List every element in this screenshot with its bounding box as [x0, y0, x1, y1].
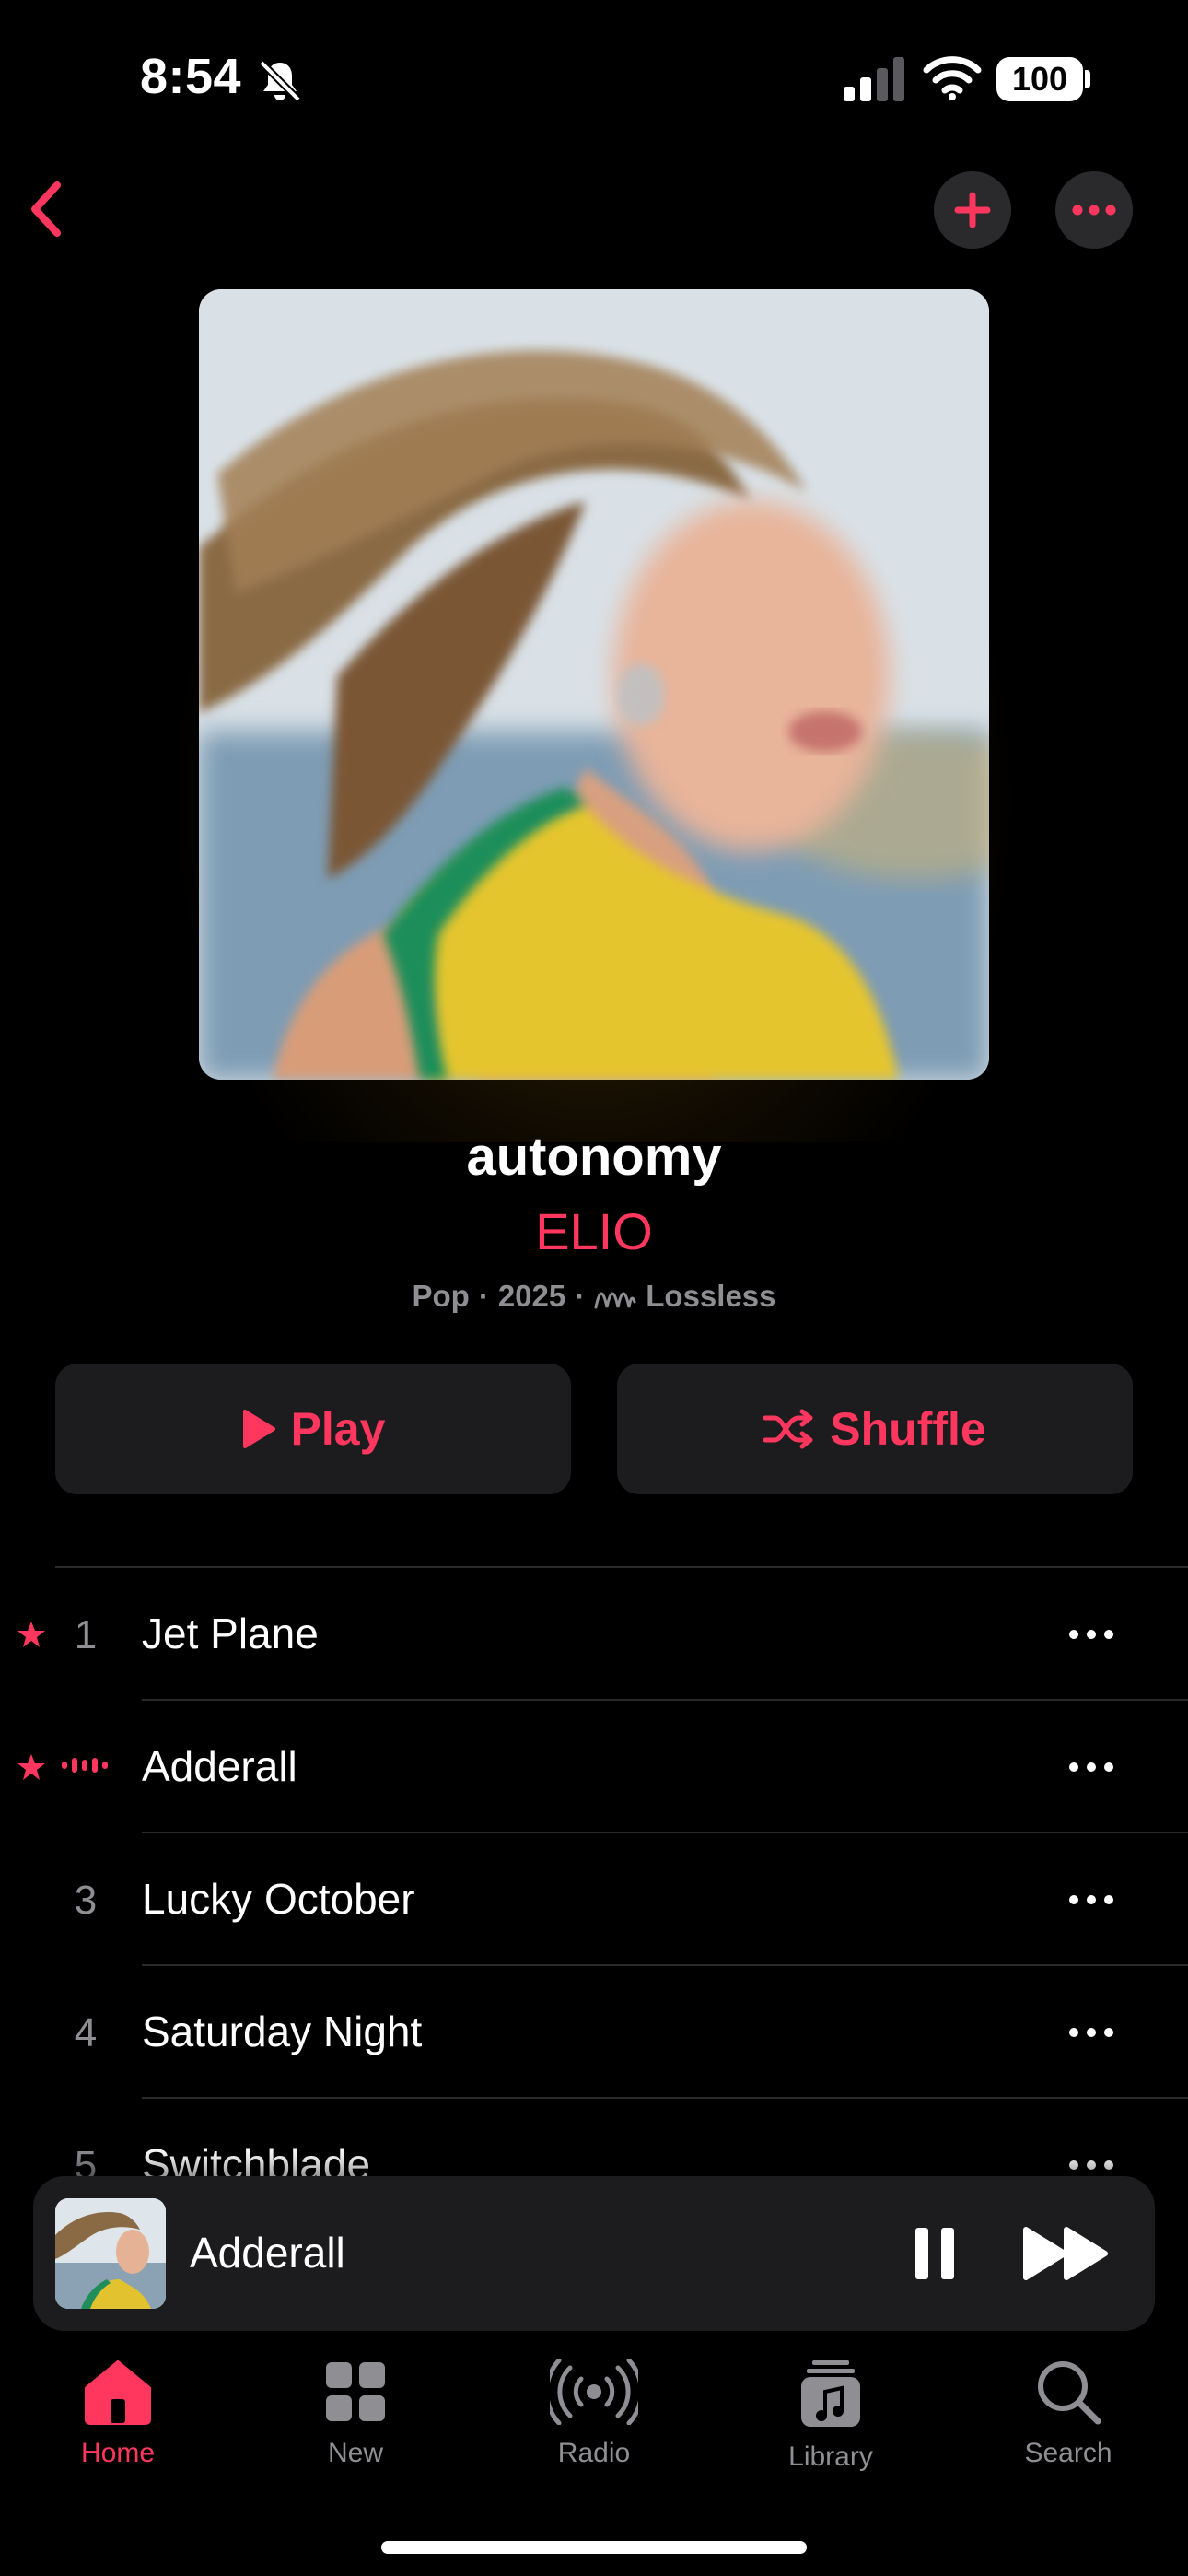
- album-genre: Pop: [412, 1279, 470, 1313]
- track-title: Adderall: [142, 1742, 297, 1790]
- now-playing-icon: [62, 1758, 108, 1773]
- meta-separator: ·: [478, 1279, 489, 1313]
- home-indicator: [381, 2541, 807, 2554]
- chevron-left-icon: [31, 181, 61, 237]
- track-row[interactable]: Adderall: [0, 1701, 1188, 1833]
- tab-label: New: [327, 2438, 383, 2468]
- album-meta: Pop · 2025 · Lossless: [0, 1279, 1188, 1314]
- tab-new[interactable]: New: [273, 2359, 438, 2469]
- favorite-star-icon: [17, 1622, 45, 1647]
- tab-radio[interactable]: Radio: [511, 2359, 677, 2469]
- ellipsis-icon: [1072, 205, 1116, 216]
- status-time: 8:54: [140, 49, 242, 104]
- track-title: Saturday Night: [142, 2008, 423, 2055]
- shuffle-icon: [763, 1409, 813, 1449]
- track-title: Lucky October: [142, 1875, 415, 1923]
- track-row[interactable]: 4 Saturday Night: [0, 1966, 1188, 2099]
- bell-slash-icon: [259, 60, 301, 102]
- skip-forward-button[interactable]: [1020, 2220, 1112, 2287]
- album-year: 2025: [497, 1279, 566, 1313]
- track-row[interactable]: 3 Lucky October: [0, 1833, 1188, 1966]
- lossless-icon: [594, 1292, 636, 1309]
- home-icon: [85, 2360, 151, 2425]
- battery-cap: [1085, 70, 1090, 88]
- ellipsis-icon[interactable]: [1066, 1878, 1116, 1922]
- tab-label: Library: [788, 2441, 873, 2472]
- pause-button[interactable]: [899, 2217, 971, 2290]
- track-number: 1: [74, 1612, 98, 1657]
- library-icon: [801, 2360, 860, 2427]
- play-label: Play: [290, 1403, 386, 1455]
- shuffle-button[interactable]: Shuffle: [617, 1364, 1133, 1494]
- play-button[interactable]: Play: [55, 1364, 571, 1494]
- tab-label: Home: [80, 2438, 156, 2468]
- battery-indicator: 100: [996, 57, 1083, 101]
- more-options-button[interactable]: [1055, 171, 1133, 249]
- ellipsis-icon[interactable]: [1066, 1745, 1116, 1789]
- ellipsis-icon[interactable]: [1066, 1612, 1116, 1657]
- tab-home[interactable]: Home: [35, 2359, 201, 2469]
- search-icon: [1038, 2361, 1101, 2425]
- favorite-star-icon: [17, 1754, 45, 1780]
- shuffle-label: Shuffle: [830, 1403, 986, 1455]
- ellipsis-icon[interactable]: [1066, 2010, 1116, 2055]
- track-row[interactable]: 1 Jet Plane: [0, 1568, 1188, 1701]
- tab-search[interactable]: Search: [985, 2359, 1151, 2469]
- play-icon: [242, 1410, 275, 1448]
- forward-icon: [1023, 2227, 1108, 2280]
- radio-icon: [550, 2359, 638, 2425]
- back-button[interactable]: [28, 175, 83, 243]
- meta-separator: ·: [575, 1279, 586, 1313]
- grid-icon: [326, 2362, 385, 2421]
- mini-player-artwork: [55, 2198, 166, 2309]
- cellular-signal-icon: [844, 57, 904, 101]
- tab-library[interactable]: Library: [748, 2359, 914, 2473]
- album-artwork: [199, 289, 989, 1080]
- mini-player-title: Adderall: [190, 2229, 345, 2277]
- tab-label: Search: [1024, 2438, 1112, 2468]
- mini-player[interactable]: Adderall: [33, 2176, 1155, 2331]
- pause-icon: [915, 2228, 954, 2279]
- tab-label: Radio: [557, 2438, 631, 2468]
- album-artist-link[interactable]: ELIO: [0, 1201, 1188, 1261]
- plus-icon: [954, 192, 991, 228]
- track-number: 4: [74, 2010, 98, 2055]
- album-quality: Lossless: [646, 1279, 776, 1313]
- track-title: Jet Plane: [142, 1610, 319, 1657]
- wifi-icon: [923, 56, 982, 100]
- track-number: 3: [74, 1878, 98, 1923]
- album-title: autonomy: [466, 1127, 722, 1187]
- add-to-library-button[interactable]: [934, 171, 1011, 249]
